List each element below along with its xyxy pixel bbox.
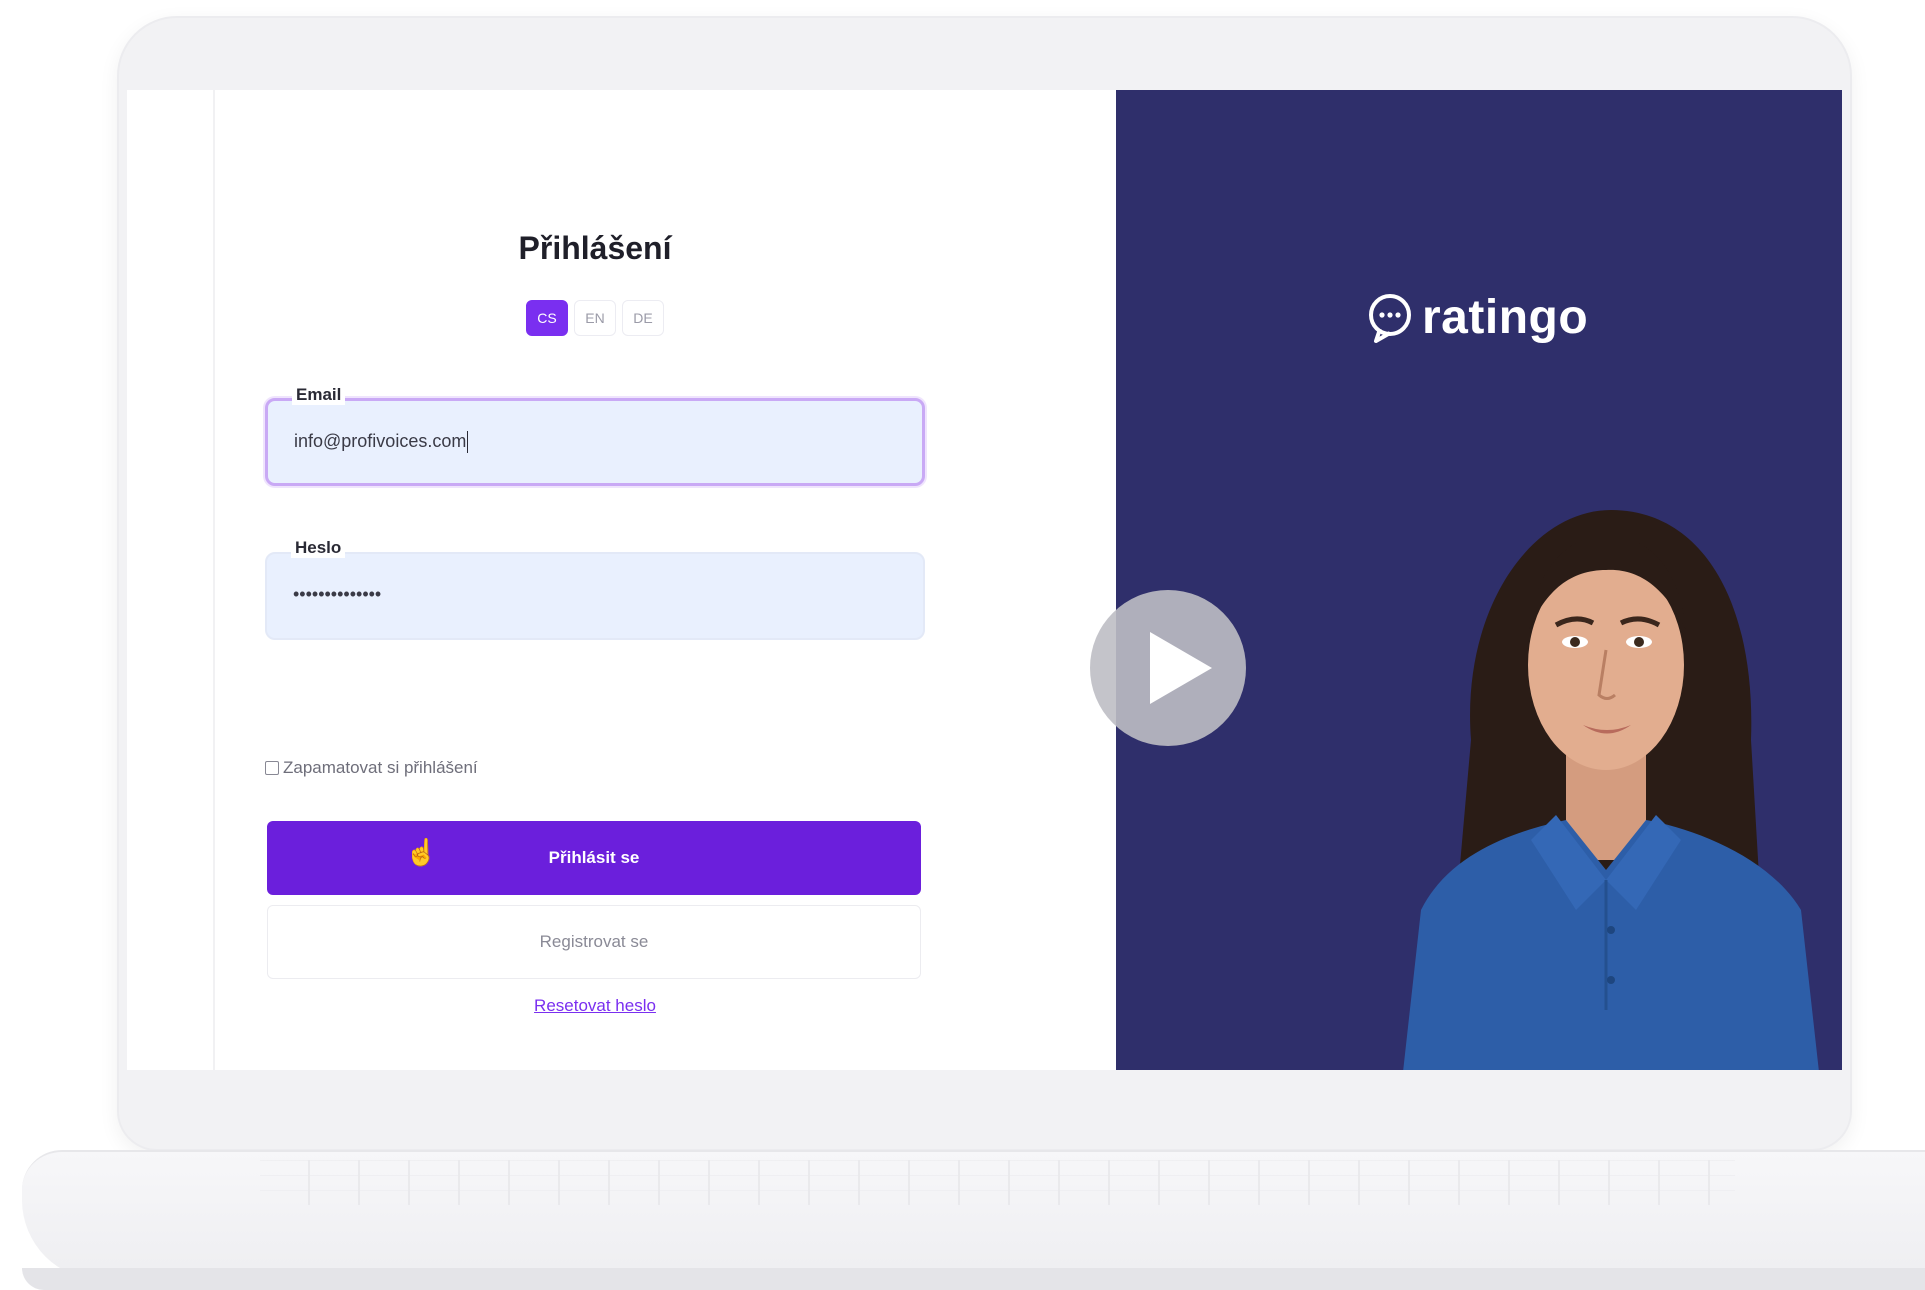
password-field[interactable]: Heslo •••••••••••••• [265,538,925,640]
laptop-keyboard [260,1160,1735,1205]
brand-logo: ratingo [1366,290,1588,345]
brand-name: ratingo [1422,291,1589,344]
email-input-value[interactable]: info@profivoices.com [294,431,469,454]
remember-checkbox[interactable] [265,761,279,775]
laptop-screen: Přihlášení CS EN DE Email info@profivoic… [127,90,1842,1070]
chat-bubble-icon [1369,293,1411,343]
password-input-value[interactable]: •••••••••••••• [293,584,381,605]
remember-label: Zapamatovat si přihlášení [283,758,478,777]
email-field[interactable]: Email info@profivoices.com [265,385,925,486]
reset-password-link[interactable]: Resetovat heslo [265,996,925,1016]
language-cs-button[interactable]: CS [526,300,568,336]
language-switcher: CS EN DE [265,300,925,336]
password-label: Heslo [291,538,346,558]
email-label: Email [292,385,346,405]
remember-me[interactable]: Zapamatovat si přihlášení [265,758,478,778]
language-en-button[interactable]: EN [574,300,616,336]
sidebar-divider [213,90,215,1070]
login-button[interactable]: Přihlásit se ☝ [267,821,921,895]
page-title: Přihlášení [518,230,672,266]
login-pane: Přihlášení CS EN DE Email info@profivoic… [127,90,1246,1070]
login-button-label: Přihlásit se [548,848,640,867]
pointer-cursor-icon: ☝ [405,837,438,867]
language-de-button[interactable]: DE [622,300,664,336]
presenter-image [1403,510,1819,1070]
register-button[interactable]: Registrovat se [267,905,921,979]
brand-panel: ratingo [1116,90,1842,1070]
laptop-base-edge [22,1268,1925,1290]
text-caret [467,431,469,454]
play-icon[interactable] [1090,590,1246,746]
login-form: Přihlášení CS EN DE Email info@profivoic… [265,90,925,1070]
